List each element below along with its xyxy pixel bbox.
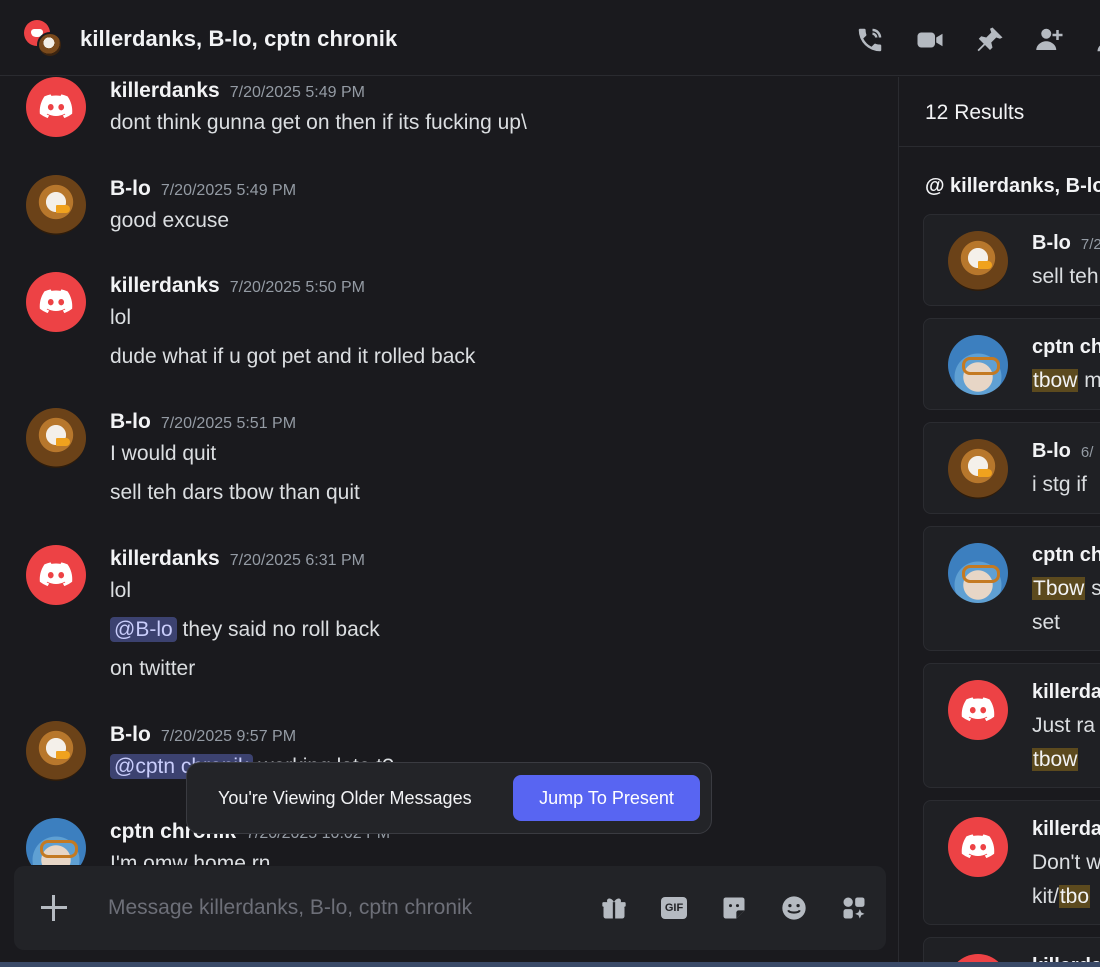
gnome-avatar-icon[interactable]: [26, 818, 86, 865]
apps-icon[interactable]: [824, 892, 884, 924]
older-messages-bar: You're Viewing Older Messages Jump To Pr…: [186, 762, 712, 834]
result-text: tbow: [1032, 748, 1079, 772]
older-messages-text: You're Viewing Older Messages: [218, 787, 472, 808]
eagle-avatar-icon[interactable]: [26, 175, 86, 235]
message-text: lol: [110, 579, 132, 602]
search-highlight: Tbow: [1032, 577, 1086, 600]
search-result[interactable]: cptn chronik Tbow s set: [923, 526, 1100, 651]
search-results-panel: 12 Results @ killerdanks, B-lo, cptn chr…: [898, 77, 1100, 967]
message-timestamp: 7/20/2025 6:31 PM: [229, 552, 365, 569]
eagle-avatar-icon[interactable]: [26, 721, 86, 781]
member-avatar-eagle: [37, 32, 63, 58]
discord-avatar-icon: [948, 817, 1008, 877]
discord-avatar-icon[interactable]: [26, 272, 86, 332]
emoji-icon[interactable]: [764, 892, 824, 924]
user-mention[interactable]: @B-lo: [110, 617, 177, 642]
message-author[interactable]: killerdanks 7/20/2025 6:31 PM: [110, 547, 365, 571]
result-text: Just ra: [1032, 714, 1096, 737]
voice-call-icon[interactable]: [840, 22, 900, 58]
search-highlight: tbow: [1032, 748, 1079, 771]
message-timestamp: 7/20/2025 5:49 PM: [229, 84, 365, 101]
message-author[interactable]: B-lo 7/20/2025 5:49 PM: [110, 177, 296, 201]
channel-title[interactable]: killerdanks, B-lo, cptn chronik: [80, 26, 397, 52]
eagle-avatar-icon: [948, 439, 1008, 499]
message-author[interactable]: B-lo 7/20/2025 9:57 PM: [110, 723, 296, 747]
jump-to-present-button[interactable]: Jump To Present: [513, 775, 700, 821]
result-author: killerdanks: [1032, 681, 1100, 703]
message-timestamp: 7/20/2025 5:50 PM: [229, 279, 365, 296]
result-text: sell teh dars: [1032, 265, 1100, 288]
message-author[interactable]: B-lo 7/20/2025 5:51 PM: [110, 410, 296, 434]
result-author: cptn chronik: [1032, 544, 1100, 566]
result-text: Tbow s: [1032, 577, 1100, 601]
message-text: I would quit: [110, 442, 217, 465]
search-result[interactable]: B-lo 6/ i stg if: [923, 422, 1100, 514]
message-composer: GIF: [14, 866, 886, 950]
header-toolbar: [840, 22, 1100, 58]
search-highlight: tbo: [1058, 885, 1091, 908]
discord-avatar-icon[interactable]: [26, 77, 86, 137]
search-result[interactable]: killerdanks Just ra tbow: [923, 663, 1100, 788]
message-list[interactable]: killerdanks 7/20/2025 5:49 PM dont think …: [0, 77, 898, 865]
result-text: Don't w: [1032, 851, 1100, 874]
search-result[interactable]: B-lo7/20/2025 sell teh dars: [923, 214, 1100, 306]
result-text: set: [1032, 611, 1061, 634]
message-text: I'm omw home rn: [110, 852, 271, 865]
composer-toolbar: GIF: [584, 892, 884, 924]
results-count: 12 Results: [925, 101, 1025, 124]
message-text: lol: [110, 306, 132, 329]
message-text: @B-lo they said no roll back: [110, 617, 380, 642]
search-result[interactable]: killerdanks Don't w kit/tbo: [923, 800, 1100, 925]
search-highlight: tbow: [1032, 369, 1079, 392]
discord-avatar-icon[interactable]: [26, 545, 86, 605]
gif-label: GIF: [661, 897, 687, 919]
message-timestamp: 7/20/2025 9:57 PM: [160, 728, 297, 745]
result-text: kit/tbo: [1032, 885, 1091, 908]
gnome-avatar-icon: [948, 543, 1008, 603]
gnome-avatar-icon: [948, 335, 1008, 395]
message-author[interactable]: killerdanks 7/20/2025 5:50 PM: [110, 274, 365, 298]
upload-plus-icon[interactable]: [40, 894, 68, 922]
member-list-icon[interactable]: [1080, 22, 1100, 58]
message-text: dude what if u got pet and it rolled bac…: [110, 345, 476, 368]
window-bottom-edge: [0, 962, 1100, 967]
message-input[interactable]: [108, 894, 548, 922]
result-author: B-lo 6/: [1032, 440, 1094, 462]
discord-avatar-icon: [948, 680, 1008, 740]
result-text: tbow m: [1032, 369, 1100, 392]
video-call-icon[interactable]: [900, 22, 960, 58]
gift-icon[interactable]: [584, 892, 644, 924]
result-author: cptn chronik: [1032, 336, 1100, 358]
search-channel-label: @ killerdanks, B-lo, cptn chronik: [925, 175, 1100, 197]
add-friends-icon[interactable]: [1020, 22, 1080, 58]
eagle-avatar-icon: [948, 231, 1008, 291]
message-text: sell teh dars tbow than quit: [110, 481, 360, 504]
search-results-header: 12 Results: [899, 77, 1100, 147]
message-text: on twitter: [110, 657, 196, 680]
pin-icon[interactable]: [960, 22, 1020, 58]
group-dm-avatar[interactable]: [24, 20, 64, 60]
result-text: i stg if: [1032, 473, 1087, 496]
sticker-icon[interactable]: [704, 892, 764, 924]
message-author[interactable]: killerdanks 7/20/2025 5:49 PM: [110, 79, 365, 103]
eagle-avatar-icon[interactable]: [26, 408, 86, 468]
result-author: B-lo7/20/2025: [1032, 232, 1100, 254]
message-text: good excuse: [110, 209, 230, 232]
search-result[interactable]: cptn chronik tbow m: [923, 318, 1100, 410]
message-timestamp: 7/20/2025 5:49 PM: [160, 182, 297, 199]
result-author: killerdanks: [1032, 818, 1100, 840]
gif-icon[interactable]: GIF: [644, 892, 704, 924]
chat-header: killerdanks, B-lo, cptn chronik: [0, 0, 1100, 76]
message-timestamp: 7/20/2025 5:51 PM: [160, 415, 297, 432]
message-text: dont think gunna get on then if its fuck…: [110, 111, 527, 134]
